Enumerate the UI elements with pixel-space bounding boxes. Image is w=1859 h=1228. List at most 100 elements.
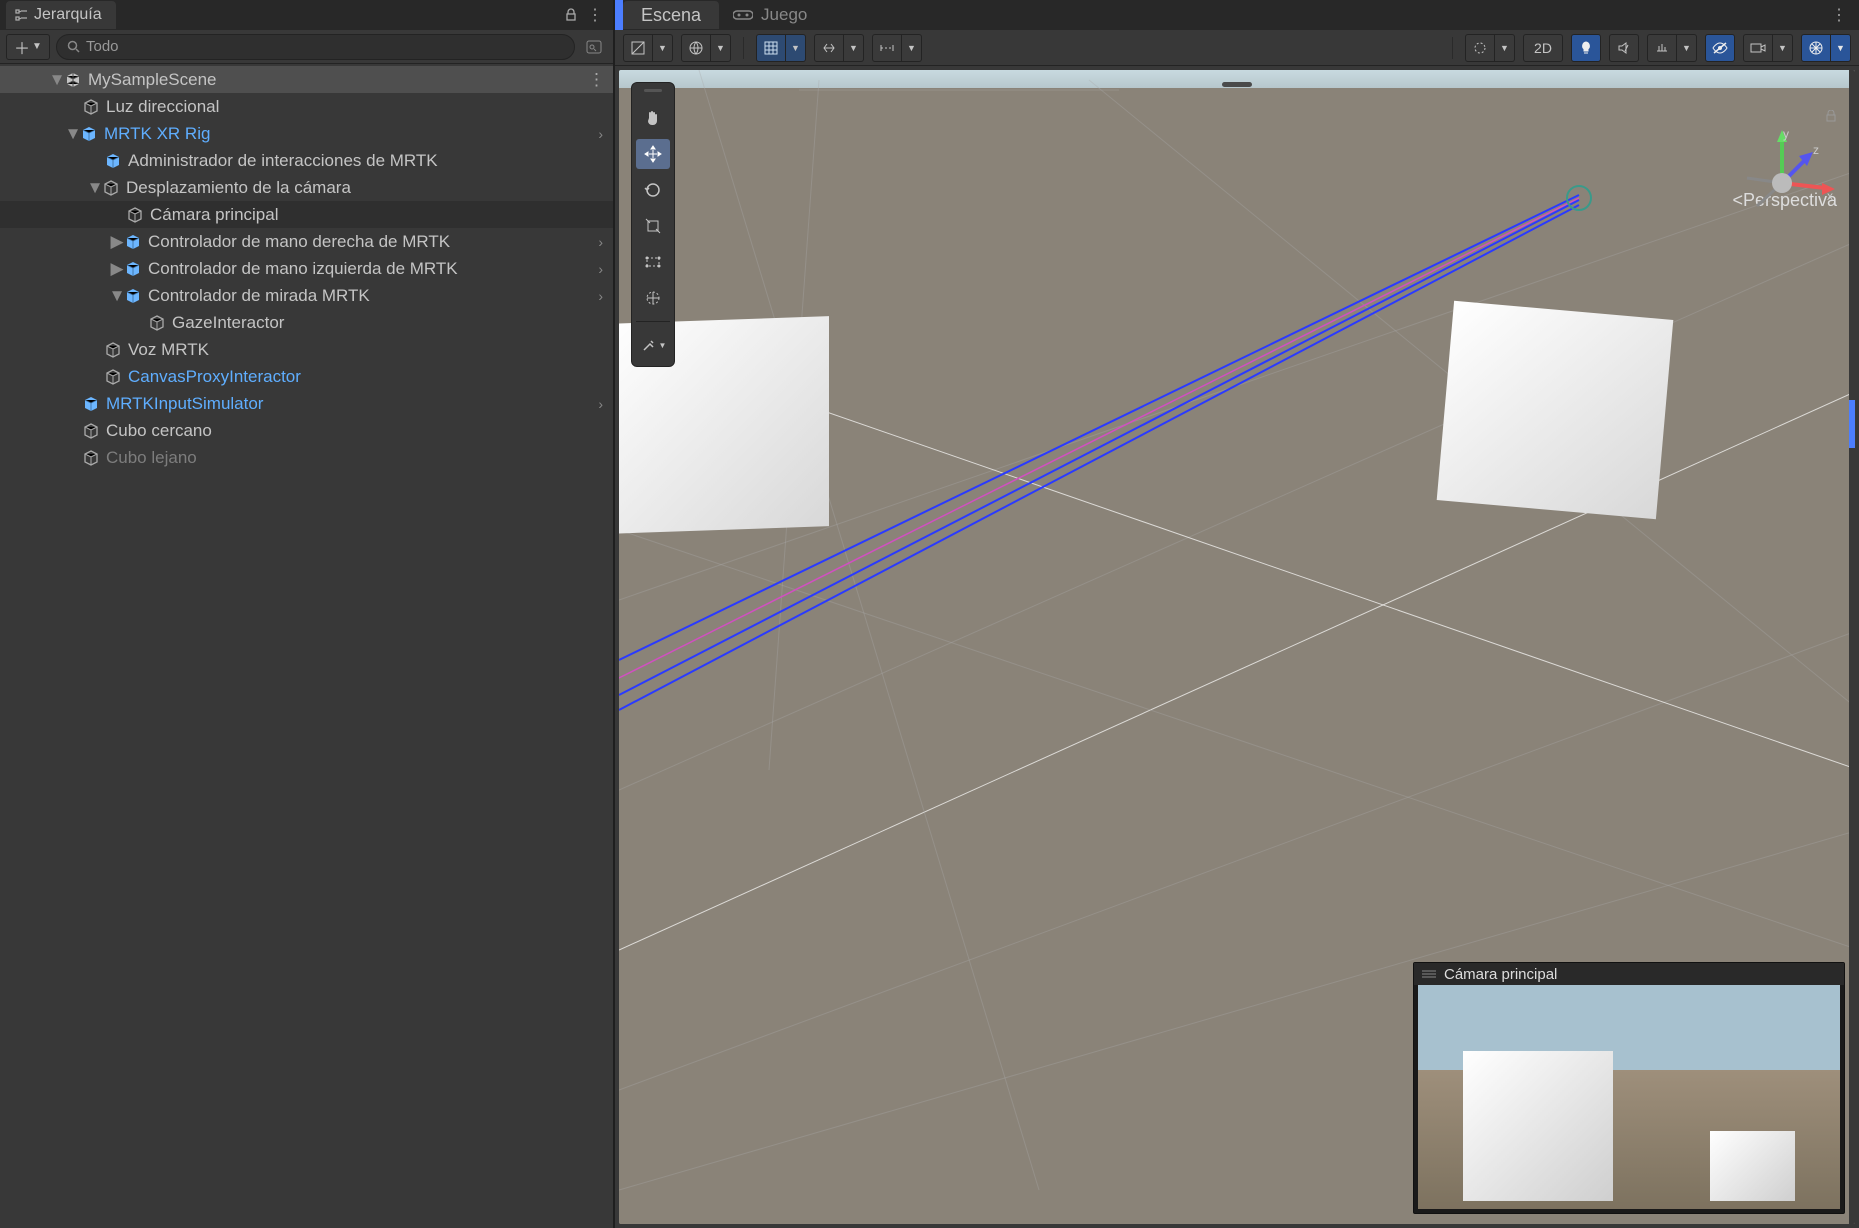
expander-icon[interactable]: ▼: [88, 181, 102, 195]
scale-tool-button[interactable]: [636, 211, 670, 241]
tree-row[interactable]: Luz direccional: [0, 93, 613, 120]
camera-preview-panel[interactable]: Cámara principal: [1413, 962, 1845, 1214]
gameobject-icon: [124, 260, 142, 278]
gameobject-icon: [124, 233, 142, 251]
tree-row[interactable]: Administrador de interacciones de MRTK: [0, 147, 613, 174]
expander-icon[interactable]: ▼: [66, 127, 80, 141]
tree-row[interactable]: Cubo cercano: [0, 417, 613, 444]
add-button[interactable]: ＋ ▼: [6, 34, 50, 60]
scene-expander[interactable]: ▼: [50, 73, 64, 87]
grid-snap-button[interactable]: [756, 34, 786, 62]
tree-row[interactable]: Cubo lejano: [0, 444, 613, 471]
snap-increment-dropdown[interactable]: ▼: [844, 34, 864, 62]
shading-mode-dropdown[interactable]: ▼: [653, 34, 673, 62]
shading-mode-button[interactable]: [623, 34, 653, 62]
camera-preview-header[interactable]: Cámara principal: [1414, 963, 1844, 985]
chevron-right-icon[interactable]: ›: [598, 234, 613, 250]
kebab-icon[interactable]: ⋮: [583, 3, 607, 27]
scene-more-icon[interactable]: ⋮: [588, 70, 613, 90]
gameobject-icon: [82, 395, 100, 413]
fx-dropdown[interactable]: ▼: [1677, 34, 1697, 62]
tree-row[interactable]: Cámara principal: [0, 201, 613, 228]
drag-handle-icon[interactable]: [1422, 969, 1436, 979]
snap-toggle-button[interactable]: [872, 34, 902, 62]
gameobject-icon: [104, 368, 122, 386]
tree-item-label: MRTKInputSimulator: [106, 394, 263, 414]
chevron-right-icon[interactable]: ›: [598, 396, 613, 412]
fx-toggle-button[interactable]: [1647, 34, 1677, 62]
expander-icon[interactable]: ▶: [110, 235, 124, 249]
visibility-toggle-button[interactable]: [1705, 34, 1735, 62]
orientation-gizmo[interactable]: y x z <Perspectiva: [1707, 110, 1837, 211]
tree-row[interactable]: CanvasProxyInteractor: [0, 363, 613, 390]
audio-toggle-button[interactable]: [1609, 34, 1639, 62]
search-icon: [67, 40, 80, 53]
tree-item-label: MRTK XR Rig: [104, 124, 210, 144]
debug-draw-dropdown[interactable]: ▼: [1495, 34, 1515, 62]
tree-row[interactable]: ▶ Controlador de mano derecha de MRTK ›: [0, 228, 613, 255]
camera-toggle-button[interactable]: [1743, 34, 1773, 62]
tree-row[interactable]: ▼Controlador de mirada MRTK›: [0, 282, 613, 309]
tree-row[interactable]: GazeInteractor: [0, 309, 613, 336]
search-input[interactable]: Todo: [56, 34, 575, 60]
chevron-right-icon[interactable]: ›: [598, 126, 613, 142]
scene-tab[interactable]: Escena: [623, 1, 719, 29]
rotate-tool-button[interactable]: [636, 175, 670, 205]
tree-row[interactable]: MRTKInputSimulator ›: [0, 390, 613, 417]
hierarchy-panel: Jerarquía ⋮ ＋ ▼ Todo: [0, 0, 614, 1228]
tree-item-label: Controlador de mano izquierda de MRTK: [148, 259, 458, 279]
gizmos-dropdown[interactable]: ▼: [1831, 34, 1851, 62]
lock-icon[interactable]: [559, 3, 583, 27]
search-placeholder: Todo: [86, 38, 119, 55]
lighting-toggle-button[interactable]: [1571, 34, 1601, 62]
game-tab[interactable]: Juego: [719, 1, 821, 29]
tree-row[interactable]: ▶ Controlador de mano izquierda de MRTK ›: [0, 255, 613, 282]
gameobject-icon: [104, 152, 122, 170]
snap-increment-button[interactable]: [814, 34, 844, 62]
gizmos-toggle-button[interactable]: [1801, 34, 1831, 62]
camera-preview-title: Cámara principal: [1444, 966, 1557, 983]
gameobject-icon: [82, 98, 100, 116]
game-tab-label: Juego: [761, 5, 807, 25]
hierarchy-tree[interactable]: ▼ MySampleScene ⋮ Luz direccional ▼ MRTK X…: [0, 64, 613, 1228]
rect-tool-button[interactable]: [636, 247, 670, 277]
floating-grip-icon[interactable]: [636, 89, 670, 95]
tree-item-label: Controlador de mano derecha de MRTK: [148, 232, 450, 252]
camera-dropdown[interactable]: ▼: [1773, 34, 1793, 62]
scene-kebab-icon[interactable]: ⋮: [1827, 3, 1851, 27]
hierarchy-toolbar: ＋ ▼ Todo: [0, 30, 613, 64]
custom-tools-button[interactable]: ▼: [636, 330, 670, 360]
expander-icon[interactable]: ▶: [110, 262, 124, 276]
transform-tool-button[interactable]: [636, 283, 670, 313]
scene-name: MySampleScene: [88, 70, 217, 90]
hierarchy-tab[interactable]: Jerarquía: [6, 1, 116, 29]
search-filter-button[interactable]: [581, 34, 607, 60]
tree-item-label: Luz direccional: [106, 97, 219, 117]
tree-item-label: Administrador de interacciones de MRTK: [128, 151, 438, 171]
grid-snap-dropdown[interactable]: ▼: [786, 34, 806, 62]
tree-row[interactable]: Voz MRTK: [0, 336, 613, 363]
draw-mode-dropdown[interactable]: ▼: [711, 34, 731, 62]
gameobject-icon: [104, 341, 122, 359]
scene-toolbar: ▼ ▼ ▼ ▼: [615, 30, 1859, 66]
chevron-right-icon[interactable]: ›: [598, 288, 613, 304]
preview-cube-near: [1463, 1051, 1613, 1201]
toggle-2d-button[interactable]: 2D: [1523, 34, 1563, 62]
draw-mode-button[interactable]: [681, 34, 711, 62]
tree-row[interactable]: ▼Desplazamiento de la cámara: [0, 174, 613, 201]
chevron-right-icon[interactable]: ›: [598, 261, 613, 277]
debug-draw-button[interactable]: [1465, 34, 1495, 62]
tree-item-label: Voz MRTK: [128, 340, 209, 360]
gizmo-lock-icon[interactable]: [1825, 110, 1837, 122]
snap-toggle-dropdown[interactable]: ▼: [902, 34, 922, 62]
expander-icon[interactable]: ▼: [110, 289, 124, 303]
move-tool-button[interactable]: [636, 139, 670, 169]
scene-row[interactable]: ▼ MySampleScene ⋮: [0, 66, 613, 93]
gameobject-icon: [126, 206, 144, 224]
hand-tool-button[interactable]: [636, 103, 670, 133]
hierarchy-icon: [14, 8, 28, 22]
tree-row[interactable]: ▼ MRTK XR Rig ›: [0, 120, 613, 147]
gameobject-icon: [80, 125, 98, 143]
right-dock-indicator: [1849, 400, 1855, 448]
scene-viewport[interactable]: ▼ y x: [619, 70, 1855, 1224]
